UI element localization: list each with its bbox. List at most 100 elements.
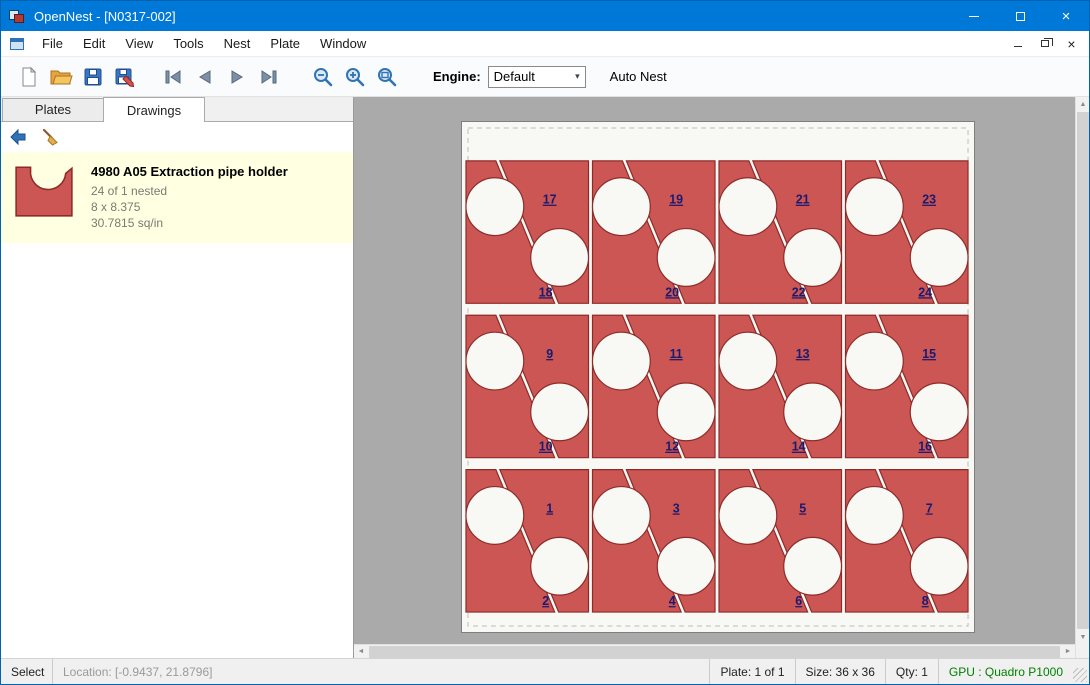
menu-item-plate[interactable]: Plate [260, 31, 310, 57]
horizontal-scroll-thumb[interactable] [369, 646, 1060, 658]
tab-plates[interactable]: Plates [2, 98, 104, 121]
zoom-out-icon [312, 66, 334, 88]
nest-pair[interactable]: 910 [466, 315, 589, 457]
nest-canvas[interactable]: 171819202122232491011121314151612345678 [354, 97, 1075, 644]
part-number: 10 [539, 440, 553, 454]
drawing-list-item[interactable]: 4980 A05 Extraction pipe holder 24 of 1 … [1, 152, 353, 243]
nest-pair[interactable]: 23 24 [846, 161, 969, 303]
part-number: 6 [795, 594, 802, 608]
plate-svg[interactable]: 171819202122232491011121314151612345678 [461, 121, 975, 633]
minimize-button[interactable] [951, 1, 997, 31]
menu-item-view[interactable]: View [115, 31, 163, 57]
circle-cutout [466, 332, 524, 390]
resize-grip-icon[interactable] [1073, 668, 1087, 682]
close-icon: × [1062, 9, 1071, 24]
circle-cutout [784, 537, 842, 595]
minimize-icon [969, 16, 979, 17]
circle-cutout [719, 178, 777, 236]
open-button[interactable] [45, 61, 77, 93]
part-number: 8 [922, 594, 929, 608]
next-plate-button[interactable] [221, 61, 253, 93]
horizontal-scrollbar[interactable]: ◄ ► [354, 644, 1075, 658]
status-mode: Select [1, 659, 53, 684]
part-number: 20 [665, 285, 679, 299]
circle-cutout [592, 487, 650, 545]
zoom-in-button[interactable] [339, 61, 371, 93]
nest-pair[interactable]: 78 [846, 470, 969, 612]
canvas-column: 171819202122232491011121314151612345678 … [354, 97, 1075, 658]
mdi-close-button[interactable]: × [1058, 33, 1085, 55]
auto-nest-button[interactable]: Auto Nest [610, 69, 667, 84]
vertical-scroll-thumb[interactable] [1077, 112, 1089, 629]
circle-cutout [657, 229, 715, 287]
circle-cutout [657, 537, 715, 595]
part-number: 3 [673, 501, 680, 515]
menu-item-file[interactable]: File [32, 31, 73, 57]
part-number: 15 [922, 347, 936, 361]
scroll-up-icon[interactable]: ▲ [1076, 97, 1090, 111]
new-button[interactable] [13, 61, 45, 93]
nest-pair[interactable]: 1920 [592, 161, 715, 303]
nest-pair[interactable]: 1516 [846, 315, 969, 457]
last-plate-button[interactable] [253, 61, 285, 93]
blue-arrow-icon [8, 127, 28, 147]
main-area: Plates Drawings [1, 97, 1089, 658]
first-plate-button[interactable] [157, 61, 189, 93]
nest-pair[interactable]: 56 [719, 470, 842, 612]
mdi-minimize-button[interactable] [1004, 33, 1031, 55]
part-number: 21 [796, 193, 810, 207]
circle-cutout [531, 383, 589, 441]
vertical-scrollbar[interactable]: ▲ ▼ [1075, 97, 1089, 658]
scroll-down-icon[interactable]: ▼ [1076, 630, 1090, 644]
save-edit-icon [114, 66, 136, 88]
circle-cutout [592, 332, 650, 390]
mdi-restore-button[interactable] [1031, 33, 1058, 55]
zoom-out-button[interactable] [307, 61, 339, 93]
menubar: File Edit View Tools Nest Plate Window × [1, 31, 1089, 57]
circle-cutout [784, 383, 842, 441]
scroll-left-icon[interactable]: ◄ [354, 645, 368, 659]
nest-pair[interactable]: 2122 [719, 161, 842, 303]
engine-label: Engine: [433, 69, 481, 84]
engine-select[interactable]: Default ▾ [488, 66, 586, 88]
nest-pair[interactable]: 1112 [592, 315, 715, 457]
nest-pair[interactable]: 34 [592, 470, 715, 612]
circle-cutout [531, 537, 589, 595]
zoom-fit-icon [376, 66, 398, 88]
menu-item-tools[interactable]: Tools [163, 31, 213, 57]
open-folder-icon [49, 66, 73, 88]
maximize-button[interactable] [997, 1, 1043, 31]
part-number: 5 [799, 501, 806, 515]
document-icon[interactable] [10, 38, 24, 50]
import-drawing-button[interactable] [5, 125, 31, 149]
tab-drawings[interactable]: Drawings [103, 97, 205, 122]
nest-pair[interactable]: 12 [466, 470, 589, 612]
save-button[interactable] [77, 61, 109, 93]
drawings-toolbar [1, 122, 353, 152]
zoom-fit-button[interactable] [371, 61, 403, 93]
part-nested-count: 24 of 1 nested [91, 183, 288, 199]
status-gpu: GPU : Quadro P1000 [938, 659, 1073, 684]
titlebar[interactable]: OpenNest - [N0317-002] × [1, 1, 1089, 31]
nest-pair[interactable]: 1718 [466, 161, 589, 303]
plate[interactable]: 171819202122232491011121314151612345678 [461, 121, 975, 633]
save-as-button[interactable] [109, 61, 141, 93]
part-number: 24 [918, 285, 932, 299]
nest-pair[interactable]: 1314 [719, 315, 842, 457]
scroll-right-icon[interactable]: ► [1061, 645, 1075, 659]
menu-item-nest[interactable]: Nest [214, 31, 261, 57]
close-button[interactable]: × [1043, 1, 1089, 31]
menu-item-window[interactable]: Window [310, 31, 376, 57]
menu-item-edit[interactable]: Edit [73, 31, 115, 57]
clean-button[interactable] [37, 125, 63, 149]
circle-cutout [531, 229, 589, 287]
part-number: 4 [669, 594, 676, 608]
part-number: 23 [922, 193, 936, 207]
previous-plate-button[interactable] [189, 61, 221, 93]
new-file-icon [18, 66, 40, 88]
part-number: 19 [669, 193, 683, 207]
status-qty: Qty: 1 [885, 659, 938, 684]
circle-cutout [592, 178, 650, 236]
part-number: 16 [918, 440, 932, 454]
part-number: 1 [546, 501, 553, 515]
